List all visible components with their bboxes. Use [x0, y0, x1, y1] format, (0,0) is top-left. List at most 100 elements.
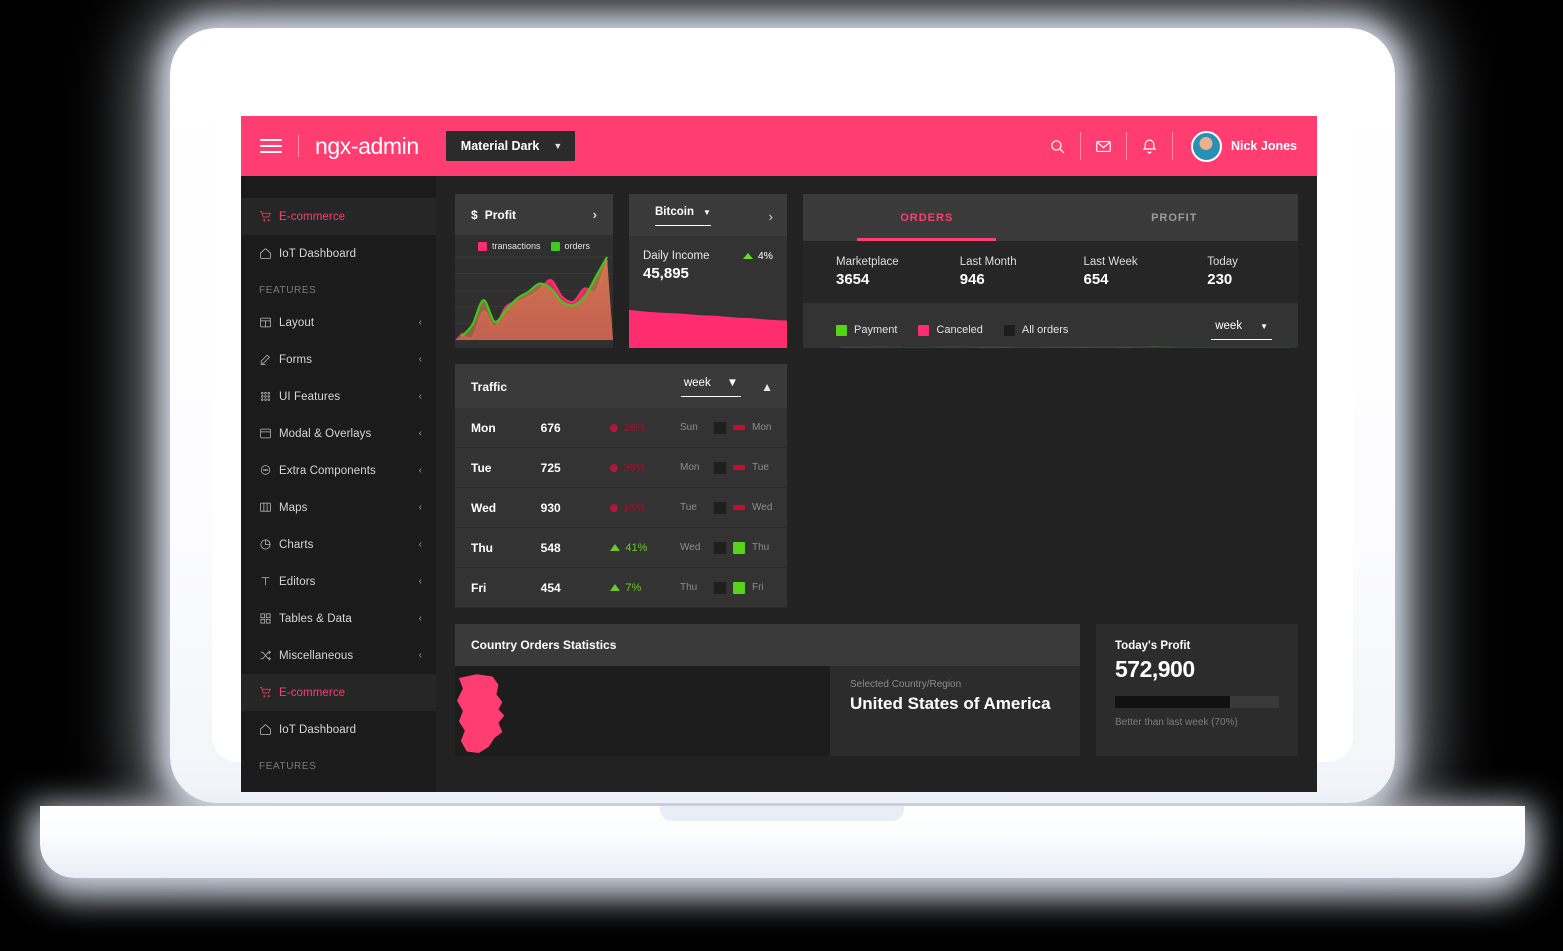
home-icon — [259, 723, 279, 736]
chevron-left-icon[interactable]: ‹ — [419, 465, 422, 476]
sidebar[interactable]: E-commerce IoT Dashboard FEATURES Layout ‹… — [241, 176, 436, 792]
traffic-row-list: Mon 676 28% Sun Mon Tue 725 36% Mon Tue Wed 930 15% T… — [455, 408, 787, 608]
world-map[interactable] — [455, 666, 830, 756]
tab-orders[interactable]: ORDERS — [803, 194, 1051, 241]
sidebar-item-maps[interactable]: Maps ‹ — [241, 489, 436, 526]
sidebar-item-tables-data[interactable]: Tables & Data ‹ — [241, 600, 436, 637]
mini-bar-prev — [714, 541, 727, 554]
bitcoin-card-header: Bitcoin ▼ › — [629, 194, 787, 236]
menu-toggle-icon[interactable] — [260, 135, 282, 157]
table-row[interactable]: Wed 930 15% Tue Wed — [455, 488, 787, 528]
dollar-icon: $ — [471, 207, 478, 222]
collapse-icon[interactable]: ▲ — [761, 380, 773, 394]
chevron-left-icon[interactable]: ‹ — [419, 650, 422, 661]
traffic-day: Tue — [471, 460, 492, 475]
profit-card-title: Profit — [484, 207, 517, 222]
legend-label: All orders — [1021, 324, 1069, 336]
traffic-day: Wed — [471, 500, 497, 515]
table-row[interactable]: Fri 454 7% Thu Fri — [455, 568, 787, 608]
sidebar-item-iot-dashboard[interactable]: IoT Dashboard — [241, 235, 436, 272]
chevron-down-icon: ▼ — [702, 207, 711, 217]
book-icon — [259, 501, 279, 514]
traffic-prev-label: Thu — [680, 582, 698, 593]
chevron-left-icon[interactable]: ‹ — [419, 317, 422, 328]
sidebar-item-e-commerce[interactable]: E-commerce — [241, 198, 436, 235]
chevron-right-icon[interactable]: › — [593, 207, 597, 222]
cart-icon — [259, 686, 279, 699]
bitcoin-card: Bitcoin ▼ › Daily Income 45,895 4% — [629, 194, 787, 348]
sidebar-item-ui-features[interactable]: UI Features ‹ — [241, 378, 436, 415]
user-menu[interactable]: Nick Jones — [1173, 130, 1317, 162]
daily-income-value: 45,895 — [643, 265, 689, 282]
sidebar-item-e-commerce[interactable]: E-commerce — [241, 674, 436, 711]
progress-fill — [1115, 696, 1230, 708]
daily-income-delta: 4% — [742, 250, 773, 262]
mini-bar-current — [733, 465, 746, 470]
traffic-next-label: Fri — [752, 582, 764, 593]
chevron-left-icon[interactable]: ‹ — [419, 502, 422, 513]
sidebar-item-forms[interactable]: Forms ‹ — [241, 341, 436, 378]
table-row[interactable]: Thu 548 41% Wed Thu — [455, 528, 787, 568]
chevron-left-icon[interactable]: ‹ — [419, 539, 422, 550]
traffic-sparkline: Wed Thu — [680, 541, 779, 554]
chevron-left-icon[interactable]: ‹ — [419, 613, 422, 624]
brand-logo[interactable]: ngx-admin — [315, 133, 419, 160]
table-row[interactable]: Tue 725 36% Mon Tue — [455, 448, 787, 488]
sidebar-section-features-2: FEATURES — [259, 761, 317, 772]
sidebar-item-charts[interactable]: Charts ‹ — [241, 526, 436, 563]
todays-profit-note: Better than last week (70%) — [1115, 717, 1238, 728]
profit-card-header: $ Profit › — [455, 194, 613, 235]
currency-select[interactable]: Bitcoin ▼ — [655, 206, 711, 226]
mail-icon[interactable] — [1081, 132, 1127, 160]
pin-down-icon — [608, 421, 621, 434]
theme-select[interactable]: Material Dark ▼ — [445, 131, 576, 161]
sidebar-item-modal-overlays[interactable]: Modal & Overlays ‹ — [241, 415, 436, 452]
app-screen: ngx-admin Material Dark ▼ Nick Jones E-c… — [241, 116, 1317, 792]
legend-item-canceled[interactable]: Canceled — [918, 324, 983, 336]
sidebar-item-miscellaneous[interactable]: Miscellaneous ‹ — [241, 637, 436, 674]
pin-down-icon — [608, 461, 621, 474]
stat-label: Last Month — [959, 256, 1017, 268]
legend-label-orders: orders — [564, 241, 591, 251]
mini-bar-prev — [714, 461, 727, 474]
sidebar-item-layout[interactable]: Layout ‹ — [241, 304, 436, 341]
selected-country-panel: Selected Country/Region United States of… — [830, 666, 1080, 756]
mini-bar-prev — [714, 501, 727, 514]
sidebar-section-features-1: FEATURES — [259, 285, 317, 296]
triangle-up-icon — [742, 253, 753, 259]
bell-icon[interactable] — [1127, 132, 1173, 160]
selected-country-label: Selected Country/Region — [850, 679, 962, 690]
legend-item-orders: orders — [550, 241, 591, 251]
table-row[interactable]: Mon 676 28% Sun Mon — [455, 408, 787, 448]
sidebar-item-editors[interactable]: Editors ‹ — [241, 563, 436, 600]
chevron-left-icon[interactable]: ‹ — [419, 391, 422, 402]
traffic-value: 676 — [540, 420, 561, 435]
legend-item-all-orders[interactable]: All orders — [1003, 324, 1069, 336]
traffic-period-select[interactable]: week ▼ — [680, 377, 742, 397]
chevron-left-icon[interactable]: ‹ — [419, 428, 422, 439]
country-card-title: Country Orders Statistics — [455, 624, 1080, 666]
chevron-right-icon[interactable]: › — [769, 209, 773, 224]
traffic-delta: 41% — [610, 542, 680, 554]
search-icon[interactable] — [1035, 132, 1081, 160]
chevron-left-icon[interactable]: ‹ — [419, 354, 422, 365]
bitcoin-card-body: Daily Income 45,895 4% — [629, 236, 787, 348]
traffic-card: Traffic week ▼ ▲ Mon 676 28% Sun Mon Tue 725 36… — [455, 364, 787, 608]
mini-bar-current — [733, 581, 746, 594]
daily-income-label: Daily Income — [643, 250, 710, 262]
legend-item-payment[interactable]: Payment — [836, 324, 897, 336]
theme-select-value: Material Dark — [460, 139, 540, 153]
legend-swatch-transactions — [477, 241, 487, 251]
tab-profit[interactable]: PROFIT — [1051, 194, 1299, 241]
sidebar-item-iot-dashboard[interactable]: IoT Dashboard — [241, 711, 436, 748]
period-select[interactable]: week ▼ — [1211, 320, 1272, 340]
grid-dots-icon — [259, 390, 279, 403]
sidebar-item-extra-components[interactable]: Extra Components ‹ — [241, 452, 436, 489]
country-card-body: Selected Country/Region United States of… — [455, 666, 1080, 756]
chevron-left-icon[interactable]: ‹ — [419, 576, 422, 587]
profit-chart-svg — [455, 256, 613, 341]
delta-value: 4% — [757, 250, 773, 262]
sidebar-features-group: Layout ‹ Forms ‹ UI Features ‹ Modal & Overlay… — [241, 304, 436, 674]
traffic-period-value: week — [683, 377, 711, 389]
window-icon — [259, 427, 279, 440]
